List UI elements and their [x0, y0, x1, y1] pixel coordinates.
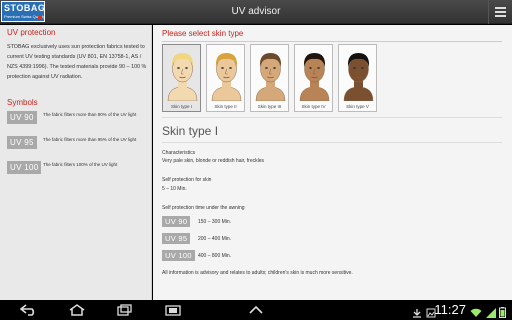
symbol-row-uv100: UV 100 The fabric filters 100% of the UV…	[7, 161, 149, 175]
divider	[162, 142, 502, 143]
uv-protection-heading: UV protection	[7, 28, 56, 37]
uv-badge: UV 100	[7, 161, 42, 174]
download-icon	[412, 305, 422, 320]
uv-badge: UV 90	[162, 216, 191, 227]
uv-badge: UV 100	[162, 250, 195, 261]
symbol-description: The fabric filters more than 95% of the …	[43, 137, 137, 142]
face-portrait-icon	[167, 53, 198, 101]
awning-row-uv95: UV 95 200 – 400 Min.	[162, 233, 362, 245]
symbol-description: The fabric filters more than 90% of the …	[43, 112, 137, 117]
skin-type-panel: Please select skin type Skin type I Skin …	[153, 25, 512, 300]
face-portrait-icon	[211, 53, 242, 101]
protection-time: 400 – 800 Min.	[198, 253, 232, 259]
skin-type-card-2[interactable]: Skin type II	[206, 44, 245, 112]
menu-line-icon	[495, 11, 506, 13]
characteristics-value: Very pale skin, blonde or reddish hair, …	[162, 158, 264, 164]
back-icon[interactable]	[20, 304, 38, 316]
menu-line-icon	[495, 7, 506, 9]
face-portrait-icon	[299, 53, 330, 101]
characteristics-label: Characteristics	[162, 150, 196, 156]
divider	[162, 117, 502, 118]
awning-protection-label: Self protection time under the awning	[162, 205, 245, 211]
face-portrait-icon	[343, 53, 374, 101]
self-protection-value: 5 – 10 Min.	[162, 186, 187, 192]
uv-badge: UV 95	[162, 233, 191, 244]
recent-apps-icon[interactable]	[116, 304, 134, 316]
skin-type-label: Skin type II	[214, 104, 237, 109]
face-portrait-icon	[255, 53, 286, 101]
status-clock: 11:27	[434, 302, 466, 317]
wifi-icon	[470, 305, 482, 320]
protection-time: 150 – 300 Min.	[198, 219, 232, 225]
overflow-menu-button[interactable]	[488, 0, 512, 24]
menu-line-icon	[495, 15, 506, 17]
skin-type-label: Skin type IV	[301, 104, 326, 109]
symbol-row-uv95: UV 95 The fabric filters more than 95% o…	[7, 136, 149, 150]
skin-type-title: Skin type I	[162, 124, 219, 138]
footnote: All information is advisory and relates …	[162, 270, 353, 276]
symbol-row-uv90: UV 90 The fabric filters more than 90% o…	[7, 111, 149, 125]
awning-row-uv90: UV 90 150 – 300 Min.	[162, 216, 362, 228]
skin-type-card-1[interactable]: Skin type I	[162, 44, 201, 112]
self-protection-label: Self protection for skin	[162, 177, 212, 183]
home-icon[interactable]	[68, 304, 86, 316]
uv-badge: UV 95	[7, 136, 37, 149]
action-bar: STOBAG Premium Swiss Quality UV advisor	[0, 0, 512, 24]
skin-type-card-3[interactable]: Skin type III	[250, 44, 289, 112]
skin-type-card-4[interactable]: Skin type IV	[294, 44, 333, 112]
uv-protection-text: STOBAG exclusively uses sun protection f…	[7, 44, 147, 80]
skin-type-label: Skin type III	[257, 104, 282, 109]
protection-time: 200 – 400 Min.	[198, 236, 232, 242]
awning-row-uv100: UV 100 400 – 800 Min.	[162, 250, 362, 262]
symbol-description: The fabric filters 100% of the UV light	[43, 162, 118, 167]
select-skin-type-heading: Please select skin type	[162, 29, 244, 38]
symbols-heading: Symbols	[7, 98, 38, 107]
system-navigation-bar: 11:27	[0, 300, 512, 320]
screenshot-icon[interactable]	[164, 304, 182, 316]
info-panel: UV protection STOBAG exclusively uses su…	[0, 25, 152, 300]
app-title: UV advisor	[231, 6, 281, 17]
divider	[162, 41, 502, 42]
signal-icon	[486, 305, 496, 320]
skin-type-card-5[interactable]: Skin type V	[338, 44, 377, 112]
uv-badge: UV 90	[7, 111, 37, 124]
skin-type-label: Skin type V	[346, 104, 369, 109]
chevron-up-icon[interactable]	[248, 304, 264, 316]
battery-icon	[499, 305, 506, 320]
skin-type-label: Skin type I	[170, 104, 192, 109]
